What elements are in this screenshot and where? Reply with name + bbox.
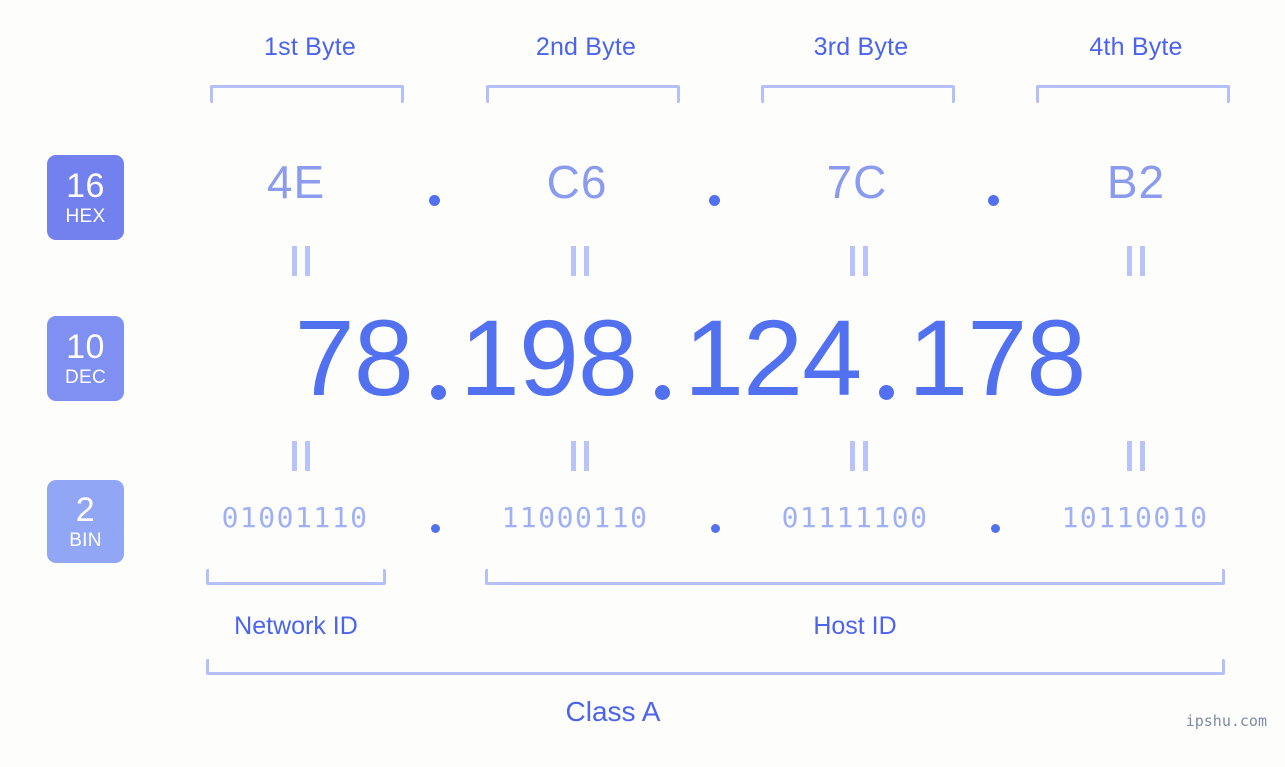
hex-byte-3: 7C [826, 156, 888, 208]
dec-separator-dot-2 [654, 385, 670, 400]
dec-address-row: 78 198 124 178 [120, 296, 1260, 418]
equals-mark-decbin-1 [292, 441, 310, 471]
badge-hex-label: HEX [65, 206, 106, 227]
equals-mark-hexdec-1 [292, 246, 310, 276]
bin-separator-dot-3 [991, 524, 1000, 533]
host-id-label: Host ID [813, 612, 897, 640]
byte-header-2: 2nd Byte [535, 33, 637, 61]
network-id-label: Network ID [234, 612, 358, 640]
badge-dec-number: 10 [66, 328, 105, 366]
byte-bracket-4 [1036, 85, 1230, 103]
equals-mark-hexdec-4 [1127, 246, 1145, 276]
hex-byte-4: B2 [1106, 156, 1166, 208]
byte-header-1: 1st Byte [264, 33, 356, 61]
byte-header-4: 4th Byte [1089, 33, 1183, 61]
bin-byte-1: 01001110 [221, 501, 369, 534]
badge-dec: 10 DEC [47, 316, 124, 401]
byte-header-3: 3rd Byte [813, 33, 909, 61]
hex-byte-2: C6 [546, 156, 608, 208]
equals-mark-decbin-3 [850, 441, 868, 471]
host-id-bracket [485, 569, 1225, 585]
hex-separator-dot-1 [429, 195, 440, 206]
equals-mark-hexdec-2 [571, 246, 589, 276]
dec-separator-dot-3 [879, 385, 895, 400]
hex-separator-dot-2 [709, 195, 720, 206]
badge-bin: 2 BIN [47, 480, 124, 563]
badge-hex: 16 HEX [47, 155, 124, 240]
bin-byte-2: 11000110 [501, 501, 649, 534]
dec-byte-3: 124 [683, 296, 862, 418]
hex-byte-1: 4E [266, 156, 326, 208]
bin-separator-dot-1 [431, 524, 440, 533]
badge-bin-number: 2 [75, 491, 96, 529]
badge-bin-label: BIN [69, 530, 102, 551]
equals-mark-decbin-4 [1127, 441, 1145, 471]
equals-mark-hexdec-3 [850, 246, 868, 276]
bin-byte-4: 10110010 [1061, 501, 1209, 534]
bin-byte-3: 01111100 [781, 501, 929, 534]
class-label: Class A [565, 696, 661, 727]
badge-dec-label: DEC [64, 367, 106, 388]
hex-separator-dot-3 [988, 195, 999, 206]
equals-mark-decbin-2 [571, 441, 589, 471]
network-id-bracket [206, 569, 386, 585]
bin-separator-dot-2 [711, 524, 720, 533]
badge-hex-number: 16 [66, 167, 105, 205]
byte-bracket-2 [486, 85, 680, 103]
class-bracket [206, 659, 1225, 675]
byte-bracket-3 [761, 85, 955, 103]
dec-byte-2: 198 [459, 296, 638, 418]
byte-bracket-1 [210, 85, 404, 103]
ip-breakdown-diagram: 1st Byte 2nd Byte 3rd Byte 4th Byte 16 H… [0, 0, 1285, 767]
dec-byte-1: 78 [294, 296, 414, 418]
dec-separator-dot-1 [430, 385, 446, 400]
dec-byte-4: 178 [908, 296, 1086, 418]
watermark: ipshu.com [1185, 712, 1267, 730]
